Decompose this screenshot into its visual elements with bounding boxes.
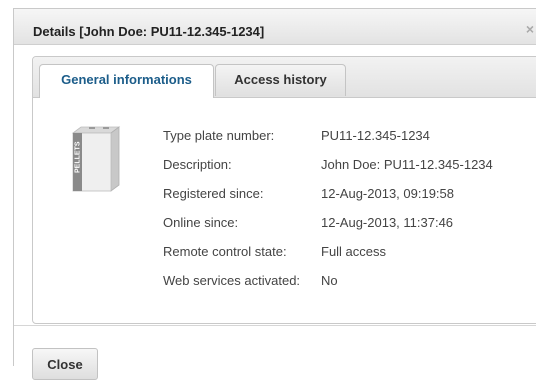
online-since-value: 12-Aug-2013, 11:37:46 <box>321 215 454 230</box>
dialog-title: Details [John Doe: PU11-12.345-1234] <box>33 24 265 39</box>
remote-control-state-value: Full access <box>321 244 387 259</box>
tab-panel: General informations Access history PELL… <box>32 56 536 324</box>
description-label: Description: <box>163 157 232 172</box>
remote-control-state-label: Remote control state: <box>163 244 287 259</box>
dialog-footer: Close <box>14 325 536 380</box>
registered-since-value: 12-Aug-2013, 09:19:58 <box>321 186 454 201</box>
description-value: John Doe: PU11-12.345-1234 <box>321 157 493 172</box>
tab-bar: General informations Access history <box>33 57 536 98</box>
pellets-label: PELLETS <box>75 141 82 173</box>
type-plate-label: Type plate number: <box>163 128 275 143</box>
web-services-value: No <box>321 273 338 288</box>
type-plate-value: PU11-12.345-1234 <box>321 128 430 143</box>
tab-access-history[interactable]: Access history <box>215 64 346 96</box>
pellet-boiler-image: PELLETS <box>71 126 121 192</box>
online-since-label: Online since: <box>163 215 239 230</box>
details-dialog: Details [John Doe: PU11-12.345-1234] × G… <box>13 8 536 380</box>
web-services-label: Web services activated: <box>163 273 301 288</box>
close-icon[interactable]: × <box>526 22 534 36</box>
close-button[interactable]: Close <box>32 348 98 380</box>
registered-since-label: Registered since: <box>163 186 264 201</box>
dialog-titlebar[interactable]: Details [John Doe: PU11-12.345-1234] × <box>14 9 536 45</box>
tab-general-informations[interactable]: General informations <box>39 64 214 98</box>
